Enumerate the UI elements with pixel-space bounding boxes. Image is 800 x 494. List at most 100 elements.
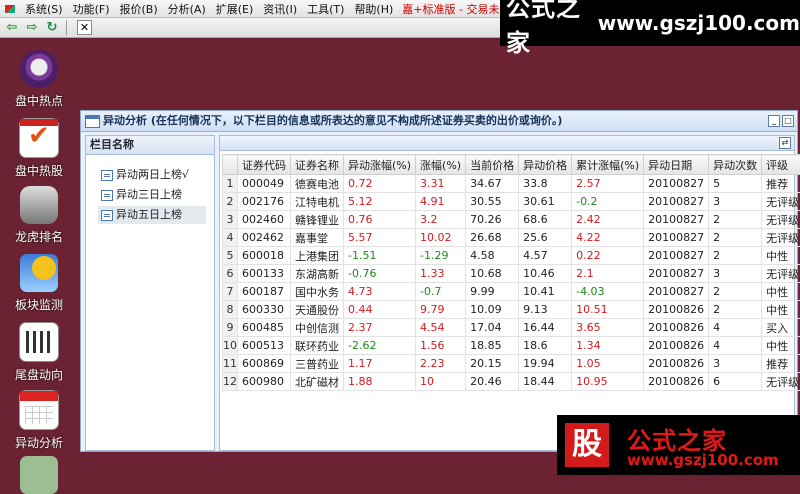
table-cell: 1.88 [344,373,416,391]
table-row[interactable]: 8600330天通股份0.449.7910.099.1310.512010082… [223,301,800,319]
close-icon[interactable]: ✕ [77,20,92,35]
table-cell: 无评级 [762,265,800,283]
window-icon [85,115,100,128]
table-cell: 2 [709,247,762,265]
forward-arrow-icon[interactable]: ⇨ [24,20,40,35]
table-cell: 10.09 [466,301,519,319]
table-cell: 10 [416,373,466,391]
launcher-money[interactable] [0,456,78,494]
table-cell: 1.33 [416,265,466,283]
table-row[interactable]: 2002176江特电机5.124.9130.5530.61-0.22010082… [223,193,800,211]
row-index: 7 [223,283,238,301]
table-cell: 2.57 [572,175,644,193]
menu-analysis[interactable]: 分析(A) [163,1,211,17]
column-header[interactable]: 证券名称 [291,155,344,175]
table-cell: 1.05 [572,355,644,373]
document-icon [101,190,113,201]
table-cell: 10.02 [416,229,466,247]
table-row[interactable]: 11600869三普药业1.172.2320.1519.941.05201008… [223,355,800,373]
table-cell: 9.79 [416,301,466,319]
column-header[interactable]: 当前价格 [466,155,519,175]
table-cell: 2.23 [416,355,466,373]
row-index: 1 [223,175,238,193]
toolbar-divider [66,20,67,35]
table-cell: 无评级 [762,211,800,229]
table-cell: 中性 [762,283,800,301]
column-header[interactable]: 评级 [762,155,800,175]
launcher-label: 尾盘动向 [0,366,78,383]
table-row[interactable]: 6600133东湖高新-0.761.3310.6810.462.12010082… [223,265,800,283]
launcher-label: 龙虎排名 [0,228,78,245]
launcher-closing-trend[interactable]: 尾盘动向 [0,322,78,383]
column-header[interactable] [223,155,238,175]
column-panel-header: 栏目名称 [86,136,214,155]
table-cell: 2 [709,283,762,301]
column-header[interactable]: 异动日期 [644,155,709,175]
table-cell: 30.55 [466,193,519,211]
table-cell: 20100827 [644,193,709,211]
launcher-sector-monitor[interactable]: 板块监测 [0,254,78,313]
watermark-url: www.gszj100.com [627,451,779,469]
table-row[interactable]: 1000049德赛电池0.723.3134.6733.82.5720100827… [223,175,800,193]
launcher-hot-stocks[interactable]: 盘中热股 [0,118,78,179]
table-row[interactable]: 12600980北矿磁材1.881020.4618.4410.952010082… [223,373,800,391]
bar-chart-icon [19,322,59,362]
column-header[interactable]: 异动涨幅(%) [344,155,416,175]
menu-quote[interactable]: 报价(B) [115,1,163,17]
table-cell: 9.13 [519,301,572,319]
menu-system[interactable]: 系统(S) [20,1,68,17]
table-row[interactable]: 4002462嘉事堂5.5710.0226.6825.64.2220100827… [223,229,800,247]
menu-function[interactable]: 功能(F) [68,1,115,17]
column-header[interactable]: 涨幅(%) [416,155,466,175]
table-cell: 2.42 [572,211,644,229]
menu-help[interactable]: 帮助(H) [349,1,398,17]
table-row[interactable]: 9600485中创信测2.374.5417.0416.443.652010082… [223,319,800,337]
weather-sun-icon [20,254,58,292]
row-index: 3 [223,211,238,229]
table-row[interactable]: 5600018上港集团-1.51-1.294.584.570.222010082… [223,247,800,265]
column-header[interactable]: 证券代码 [238,155,291,175]
column-item-three-day[interactable]: 异动三日上榜 [98,186,206,204]
table-row[interactable]: 7600187国中水务4.73-0.79.9910.41-4.032010082… [223,283,800,301]
calendar-icon [19,390,59,430]
menu-tools[interactable]: 工具(T) [302,1,349,17]
table-cell: 20100826 [644,355,709,373]
menu-info[interactable]: 资讯(I) [258,1,302,17]
refresh-icon[interactable]: ↻ [44,20,60,35]
menu-extend[interactable]: 扩展(E) [211,1,259,17]
table-cell: 25.6 [519,229,572,247]
column-header[interactable]: 累计涨幅(%) [572,155,644,175]
back-arrow-icon[interactable]: ⇦ [4,20,20,35]
table-cell: 10.41 [519,283,572,301]
table-header-row: 证券代码证券名称异动涨幅(%)涨幅(%)当前价格异动价格累计涨幅(%)异动日期异… [223,155,800,175]
table-cell: 4.58 [466,247,519,265]
column-item-five-day[interactable]: 异动五日上榜 [98,206,206,224]
app-logo-icon [3,3,17,15]
maximize-icon[interactable]: □ [782,115,794,127]
row-index: 12 [223,373,238,391]
table-cell: 3 [709,193,762,211]
table-cell: 3.31 [416,175,466,193]
checklist-icon [19,118,59,158]
column-header[interactable]: 异动次数 [709,155,762,175]
table-cell: 002462 [238,229,291,247]
table-cell: 0.72 [344,175,416,193]
table-cell: 20100827 [644,247,709,265]
restore-icon[interactable]: ⇄ [779,137,791,149]
table-cell: 68.6 [519,211,572,229]
table-cell: -0.76 [344,265,416,283]
minimize-icon[interactable]: _ [768,115,780,127]
table-row[interactable]: 10600513联环药业-2.621.5618.8518.61.34201008… [223,337,800,355]
table-cell: 3.2 [416,211,466,229]
table-cell: 10.51 [572,301,644,319]
launcher: 盘中热点 盘中热股 龙虎排名 板块监测 尾盘动向 异动分析 [0,40,78,475]
launcher-anomaly-analysis[interactable]: 异动分析 [0,390,78,451]
column-item-two-day[interactable]: 异动两日上榜√ [98,166,206,184]
launcher-hot-spots[interactable]: 盘中热点 [0,50,78,109]
table-cell: 33.8 [519,175,572,193]
launcher-dragon-tiger[interactable]: 龙虎排名 [0,186,78,245]
table-cell: 5.12 [344,193,416,211]
column-header[interactable]: 异动价格 [519,155,572,175]
row-index: 9 [223,319,238,337]
table-row[interactable]: 3002460赣锋锂业0.763.270.2668.62.42201008272… [223,211,800,229]
